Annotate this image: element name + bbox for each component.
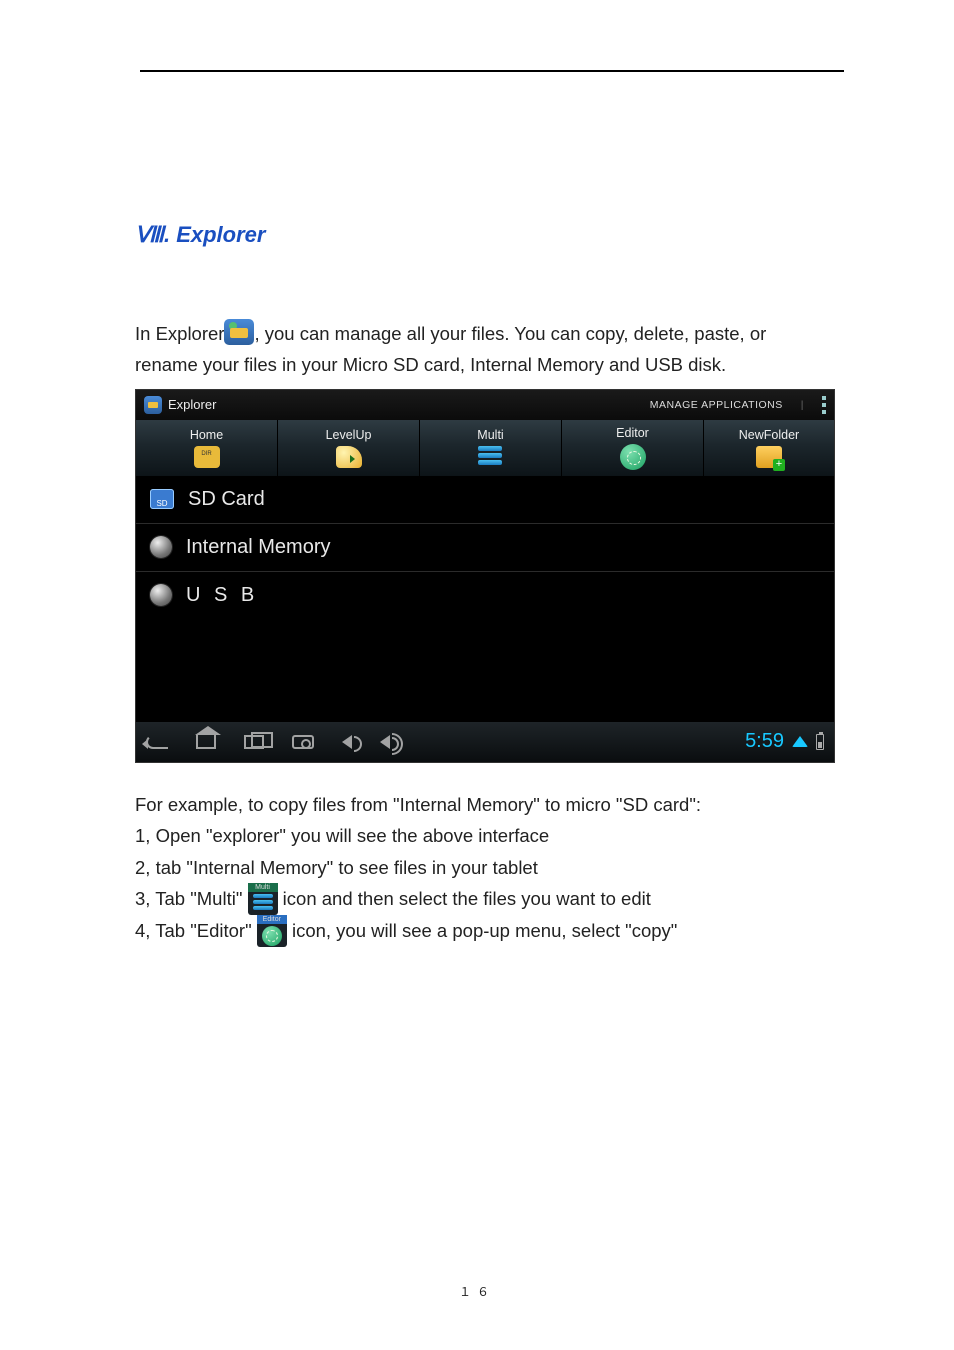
document-page: Ⅷ. Explorer In Explorer, you can manage … (0, 0, 954, 1350)
explorer-screenshot: Explorer MANAGE APPLICATIONS | Home Leve… (135, 389, 835, 763)
tab-editor[interactable]: Editor (562, 420, 704, 476)
step-4-text-b: icon, you will see a pop-up menu, select… (287, 920, 678, 941)
intro-paragraph: In Explorer, you can manage all your fil… (135, 318, 834, 381)
clock-text: 5:59 (745, 730, 784, 753)
tab-home-label: Home (190, 428, 223, 442)
example-intro: For example, to copy files from "Interna… (135, 789, 834, 820)
title-bar-right: MANAGE APPLICATIONS | (650, 396, 826, 414)
app-title: Explorer (168, 397, 216, 412)
disk-icon (150, 536, 172, 558)
battery-icon (816, 734, 824, 750)
step-3-text-a: 3, Tab "Multi" (135, 888, 248, 909)
screenshot-icon[interactable] (292, 735, 314, 749)
section-heading: Ⅷ. Explorer (135, 222, 834, 248)
multi-select-icon (478, 446, 504, 468)
home-icon[interactable] (196, 735, 216, 749)
intro-text-before: In Explorer (135, 323, 224, 344)
tab-levelup-label: LevelUp (326, 428, 372, 442)
tab-multi-label: Multi (477, 428, 503, 442)
disk-icon (150, 584, 172, 606)
list-item-usb[interactable]: U S B (136, 572, 834, 619)
instruction-steps: For example, to copy files from "Interna… (135, 789, 834, 947)
step-3-text-b: icon and then select the files you want … (278, 888, 651, 909)
explorer-app-icon (224, 319, 254, 345)
title-bar-left: Explorer (144, 396, 216, 414)
document-content: Ⅷ. Explorer In Explorer, you can manage … (0, 72, 954, 947)
back-icon[interactable] (146, 735, 168, 749)
list-item-label: Internal Memory (186, 536, 331, 559)
list-item-label: U S B (186, 584, 258, 607)
wifi-icon (792, 736, 808, 747)
list-item-internal[interactable]: Internal Memory (136, 524, 834, 572)
page-number: １６ (0, 1283, 954, 1300)
toolbar: Home LevelUp Multi Editor NewFolder (136, 420, 834, 476)
tab-newfolder[interactable]: NewFolder (704, 420, 834, 476)
volume-up-icon[interactable] (380, 735, 390, 749)
list-item-label: SD Card (188, 488, 265, 511)
volume-down-icon[interactable] (342, 735, 352, 749)
step-2: 2, tab "Internal Memory" to see files in… (135, 852, 834, 883)
editor-icon (620, 444, 646, 470)
app-title-bar: Explorer MANAGE APPLICATIONS | (136, 390, 834, 420)
mini-label: Editor (257, 915, 287, 924)
step-4-text-a: 4, Tab "Editor" (135, 920, 257, 941)
tab-newfolder-label: NewFolder (739, 428, 799, 442)
tab-editor-label: Editor (616, 426, 649, 440)
mini-label: Multi (248, 883, 278, 892)
recent-apps-icon[interactable] (244, 735, 264, 749)
system-navigation-bar: 5:59 (136, 722, 834, 762)
tab-home[interactable]: Home (136, 420, 278, 476)
manage-applications-link[interactable]: MANAGE APPLICATIONS (650, 399, 783, 411)
step-3: 3, Tab "Multi" Multi icon and then selec… (135, 883, 834, 915)
tab-multi[interactable]: Multi (420, 420, 562, 476)
list-item-sdcard[interactable]: SD Card (136, 476, 834, 524)
heading-numeral: Ⅷ (135, 222, 164, 247)
explorer-icon (144, 396, 162, 414)
new-folder-icon (756, 446, 782, 468)
step-4: 4, Tab "Editor" Editor icon, you will se… (135, 915, 834, 947)
file-list: SD Card Internal Memory U S B (136, 476, 834, 619)
editor-icon-inline: Editor (257, 915, 287, 947)
step-1: 1, Open "explorer" you will see the abov… (135, 820, 834, 851)
multi-icon-inline: Multi (248, 883, 278, 915)
tab-levelup[interactable]: LevelUp (278, 420, 420, 476)
heading-text: . Explorer (164, 222, 265, 247)
status-area[interactable]: 5:59 (745, 730, 824, 753)
overflow-menu-icon[interactable] (822, 396, 826, 414)
level-up-icon (336, 446, 362, 468)
home-folder-icon (194, 446, 220, 468)
sd-card-icon (150, 489, 174, 509)
